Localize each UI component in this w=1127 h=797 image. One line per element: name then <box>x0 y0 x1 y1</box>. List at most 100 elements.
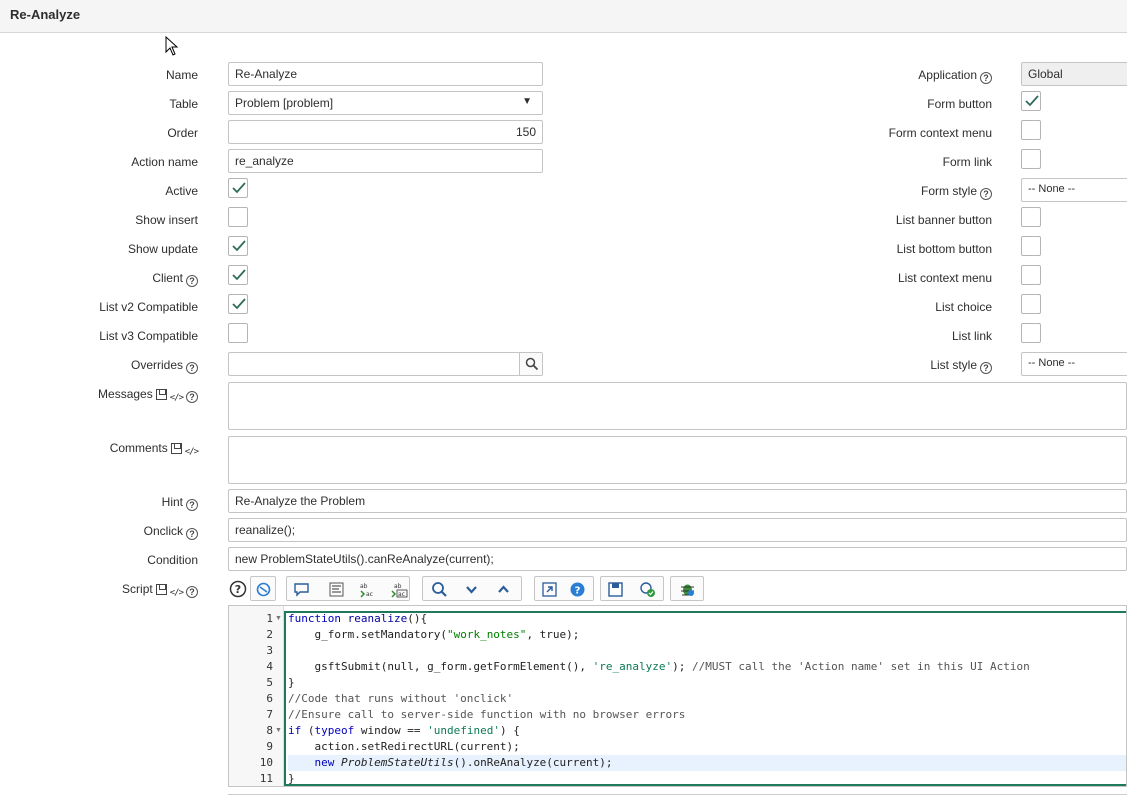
label-active: Active <box>165 184 198 198</box>
label-list-v3: List v3 Compatible <box>99 329 198 343</box>
label-list-choice: List choice <box>935 300 992 314</box>
context-help-icon[interactable]: ? <box>569 581 586 598</box>
overrides-search-button[interactable] <box>519 353 542 375</box>
list-v2-checkbox[interactable] <box>228 294 248 314</box>
translate-icon[interactable] <box>170 443 182 454</box>
order-field[interactable]: 150 <box>228 120 543 144</box>
search-icon <box>525 357 539 371</box>
condition-field[interactable]: new ProblemStateUtils().canReAnalyze(cur… <box>228 547 1127 571</box>
label-condition: Condition <box>147 553 198 567</box>
label-name: Name <box>165 68 198 82</box>
script-include-button[interactable] <box>250 576 276 601</box>
search-tools-group <box>422 576 522 601</box>
label-onclick-row: Onclick? <box>144 524 198 540</box>
help-icon[interactable]: ? <box>186 362 198 374</box>
messages-textarea[interactable] <box>228 382 1127 430</box>
script-editor[interactable]: 1 ▼ 2 3 4 5 6 7 8 ▼ 9 10 11 function rea… <box>228 605 1127 787</box>
help-icon[interactable]: ? <box>980 72 992 84</box>
check-icon <box>1025 95 1039 107</box>
dropdown-caret-icon: ▼ <box>522 96 532 107</box>
code-line: gsftSubmit(null, g_form.getFormElement()… <box>288 660 1030 673</box>
help-icon[interactable]: ? <box>186 391 198 403</box>
title-bar: Re-Analyze <box>0 0 1127 33</box>
list-context-menu-checkbox[interactable] <box>1021 265 1041 285</box>
list-banner-button-checkbox[interactable] <box>1021 207 1041 227</box>
help-icon[interactable]: ? <box>229 580 247 598</box>
help-icon[interactable]: ? <box>980 362 992 374</box>
code-icon[interactable]: </> <box>170 588 184 598</box>
form-context-menu-checkbox[interactable] <box>1021 120 1041 140</box>
edit-tools-group: ab ac ab ac <box>286 576 410 601</box>
replace-icon[interactable]: ab ac <box>359 581 376 598</box>
show-update-checkbox[interactable] <box>228 236 248 256</box>
label-show-insert: Show insert <box>135 213 198 227</box>
label-list-banner-button: List banner button <box>895 213 992 227</box>
fullscreen-icon[interactable] <box>541 581 558 598</box>
collapse-icon[interactable] <box>495 581 512 598</box>
form-button-checkbox[interactable] <box>1021 91 1041 111</box>
hint-field[interactable]: Re-Analyze the Problem <box>228 489 1127 513</box>
syntax-check-icon[interactable] <box>639 581 656 598</box>
list-style-select[interactable]: -- None -- <box>1021 352 1127 376</box>
list-link-checkbox[interactable] <box>1021 323 1041 343</box>
help-icon[interactable]: ? <box>186 275 198 287</box>
label-application-row: Application? <box>918 68 992 84</box>
name-field[interactable]: Re-Analyze <box>228 62 543 86</box>
line-number: 8 <box>266 724 273 737</box>
divider <box>228 794 1127 795</box>
list-choice-checkbox[interactable] <box>1021 294 1041 314</box>
show-insert-checkbox[interactable] <box>228 207 248 227</box>
label-hint-row: Hint? <box>162 495 198 511</box>
save-icon[interactable] <box>607 581 624 598</box>
code-line-active: new ProblemStateUtils().onReAnalyze(curr… <box>288 755 1126 771</box>
label-form-context-menu: Form context menu <box>888 126 992 140</box>
label-comments-row: Comments </> <box>109 441 199 457</box>
line-number: 6 <box>266 692 273 705</box>
help-icon[interactable]: ? <box>186 528 198 540</box>
label-form-style-row: Form style? <box>921 184 992 200</box>
mouse-cursor-icon <box>165 36 179 56</box>
action-name-field[interactable]: re_analyze <box>228 149 543 173</box>
list-v3-checkbox[interactable] <box>228 323 248 343</box>
replace-all-icon[interactable]: ab ac <box>391 581 408 598</box>
line-number: 10 <box>259 756 273 769</box>
line-number: 9 <box>266 740 273 753</box>
label-comments: Comments <box>109 441 168 455</box>
check-icon <box>232 240 246 252</box>
code-area[interactable]: function reanalize(){ g_form.setMandator… <box>284 611 1126 786</box>
form-style-select[interactable]: -- None -- <box>1021 178 1127 202</box>
help-icon[interactable]: ? <box>186 499 198 511</box>
list-bottom-button-checkbox[interactable] <box>1021 236 1041 256</box>
translate-icon[interactable] <box>155 389 167 400</box>
line-number: 11 <box>259 772 273 785</box>
active-checkbox[interactable] <box>228 178 248 198</box>
help-icon[interactable]: ? <box>186 586 198 598</box>
code-icon[interactable]: </> <box>185 447 199 457</box>
search-icon[interactable] <box>431 581 448 598</box>
overrides-field[interactable] <box>228 352 543 376</box>
label-list-v2: List v2 Compatible <box>99 300 198 314</box>
line-number-gutter: 1 ▼ 2 3 4 5 6 7 8 ▼ 9 10 11 <box>229 606 284 786</box>
code-icon[interactable]: </> <box>170 393 184 403</box>
debug-icon[interactable] <box>679 581 696 598</box>
comment-icon[interactable] <box>293 581 310 598</box>
client-checkbox[interactable] <box>228 265 248 285</box>
label-action-name: Action name <box>131 155 198 169</box>
translate-icon[interactable] <box>155 584 167 595</box>
svg-text:ac: ac <box>366 591 373 598</box>
line-number: 2 <box>266 628 273 641</box>
label-messages-row: Messages </>? <box>98 387 198 403</box>
comments-textarea[interactable] <box>228 436 1127 484</box>
label-form-style: Form style <box>920 184 977 198</box>
table-select[interactable]: Problem [problem] ▼ <box>228 91 543 115</box>
fold-marker-icon[interactable]: ▼ <box>275 611 282 627</box>
form-link-checkbox[interactable] <box>1021 149 1041 169</box>
help-icon[interactable]: ? <box>980 188 992 200</box>
label-list-bottom-button: List bottom button <box>896 242 992 256</box>
line-number: 3 <box>266 644 273 657</box>
format-icon[interactable] <box>328 581 345 598</box>
fold-marker-icon[interactable]: ▼ <box>275 723 282 739</box>
expand-icon[interactable] <box>463 581 480 598</box>
onclick-field[interactable]: reanalize(); <box>228 518 1127 542</box>
script-include-icon <box>256 582 271 597</box>
